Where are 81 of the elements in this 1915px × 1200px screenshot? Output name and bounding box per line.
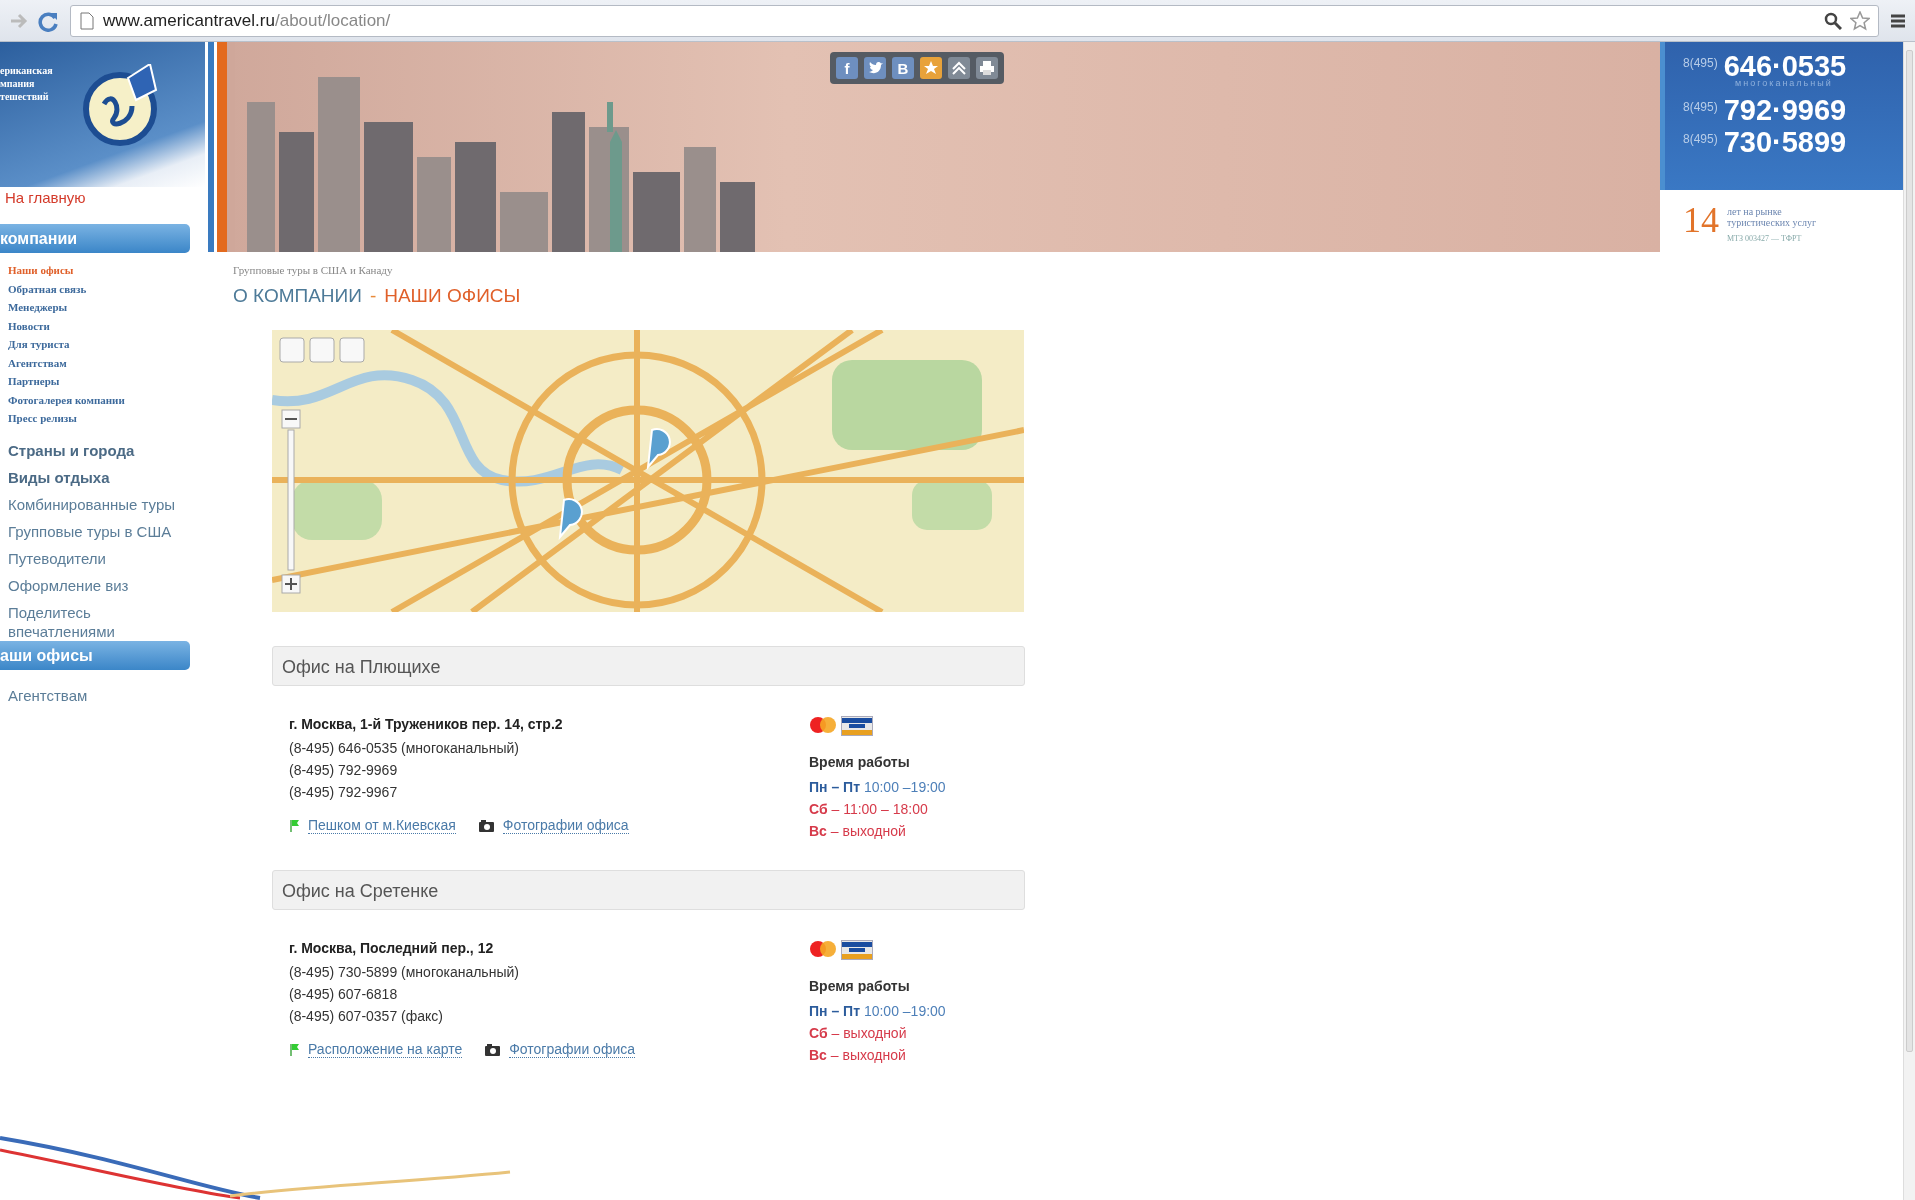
submenu-item[interactable]: Пресс релизы: [0, 409, 205, 428]
phone-prefix: 8(495): [1683, 132, 1718, 146]
up-share-button[interactable]: [948, 57, 970, 79]
phone-number: (8-495) 792-9969: [289, 761, 399, 780]
address-bar[interactable]: www.americantravel.ru/about/location/: [70, 4, 1879, 37]
phone-prefix: 8(495): [1683, 100, 1718, 114]
print-share-button[interactable]: [976, 57, 998, 79]
visa-card-icon: [841, 940, 873, 960]
office-link[interactable]: Расположение на карте: [308, 1041, 463, 1058]
submenu-item[interactable]: Фотогалерея компании: [0, 390, 205, 409]
office-link[interactable]: Фотографии офиса: [509, 1041, 635, 1058]
submenu-item[interactable]: Обратная связь: [0, 279, 205, 298]
mastercard-icon: [809, 940, 837, 958]
submenu-item[interactable]: Новости: [0, 316, 205, 335]
hours-title: Время работы: [809, 978, 911, 994]
opening-hours: Пн – Пт 10:00 –19:00: [809, 778, 946, 797]
phone-number: (8-495) 607-6818: [289, 985, 399, 1004]
star-icon: [923, 60, 939, 76]
phone-number: (8-495) 792-9967: [289, 783, 399, 802]
opening-hours: Сб – 11:00 – 18:00: [809, 800, 929, 819]
visa-card-icon: [841, 716, 873, 736]
zoom-icon[interactable]: [1824, 11, 1842, 30]
submenu-item[interactable]: Для туриста: [0, 335, 205, 354]
submenu-item[interactable]: Наши офисы: [0, 261, 205, 280]
camera-icon: [484, 1042, 502, 1057]
phone-number: (8-495) 607-0357 (факс): [289, 1007, 444, 1026]
phone-number: 730·5899: [1723, 126, 1847, 158]
office-link[interactable]: Фотографии офиса: [502, 817, 629, 834]
section-header[interactable]: компании: [0, 224, 190, 253]
phone-number: 792·9969: [1723, 94, 1847, 126]
flag-icon: [289, 1042, 300, 1057]
office-link[interactable]: Пешком от м.Киевская: [308, 817, 456, 834]
flag-icon: [289, 818, 300, 833]
breadcrumb-link[interactable]: Групповые туры в США и Канаду: [233, 264, 1660, 276]
chevrons-up-icon: [951, 60, 967, 76]
menu-item[interactable]: Агентствам: [0, 685, 205, 705]
facebook-share-button[interactable]: f: [836, 57, 858, 79]
opening-hours: Сб – выходной: [809, 1024, 908, 1043]
page-title: НАШИ ОФИСЫ: [384, 285, 521, 307]
phone-prefix: 8(495): [1683, 56, 1718, 70]
bookmark-share-button[interactable]: [920, 57, 942, 79]
section-title: О КОМПАНИИ: [233, 285, 362, 307]
scrollbar-thumb[interactable]: [1906, 50, 1913, 1052]
menu-item[interactable]: Комбинированные туры: [0, 494, 205, 514]
opening-hours: Вс – выходной: [809, 822, 907, 841]
opening-hours: Пн – Пт 10:00 –19:00: [809, 1002, 946, 1021]
opening-hours: Вс – выходной: [809, 1046, 907, 1065]
logo-text: ериканская мпания тешествий: [0, 64, 54, 103]
url-text: www.americantravel.ru/about/location/: [103, 10, 391, 31]
years-text: лет на рынке туристических услуг: [1727, 206, 1818, 228]
menu-item[interactable]: Виды отдыха: [0, 468, 205, 487]
office-address: г. Москва, 1-й Тружеников пер. 14, стр.2: [289, 716, 564, 732]
star-icon[interactable]: [1850, 10, 1870, 31]
mastercard-icon: [809, 716, 837, 734]
submenu-item[interactable]: Менеджеры: [0, 298, 205, 317]
license-text: МТЗ 003427 — ТФРТ: [1727, 234, 1803, 243]
phone-note: многоканальный: [1735, 78, 1834, 88]
printer-icon: [979, 60, 995, 76]
title-separator: -: [369, 285, 377, 307]
office-header: Офис на Сретенке: [272, 870, 1025, 910]
years-number: 14: [1683, 202, 1719, 242]
menu-item[interactable]: Поделитесь впечатлениями: [0, 602, 205, 641]
submenu-item[interactable]: Партнеры: [0, 372, 205, 391]
reload-icon[interactable]: [38, 9, 60, 32]
twitter-share-button[interactable]: [864, 57, 886, 79]
vk-share-button[interactable]: B: [892, 57, 914, 79]
submenu-item[interactable]: Агентствам: [0, 353, 205, 372]
office-header: Офис на Плющихе: [272, 646, 1025, 686]
phone-number: (8-495) 730-5899 (многоканальный): [289, 963, 520, 982]
hours-title: Время работы: [809, 754, 911, 770]
phone-number: (8-495) 646-0535 (многоканальный): [289, 739, 520, 758]
page-icon: [79, 11, 95, 30]
section-header[interactable]: аши офисы: [0, 640, 190, 670]
menu-item[interactable]: Групповые туры в США: [0, 521, 205, 541]
menu-item[interactable]: Путеводители: [0, 548, 205, 568]
menu-item[interactable]: Страны и города: [0, 441, 205, 460]
home-link[interactable]: На главную: [0, 187, 205, 224]
menu-item[interactable]: Оформление виз: [0, 575, 205, 595]
bird-icon: [867, 60, 883, 76]
office-address: г. Москва, Последний пер., 12: [289, 940, 495, 956]
camera-icon: [477, 818, 495, 833]
